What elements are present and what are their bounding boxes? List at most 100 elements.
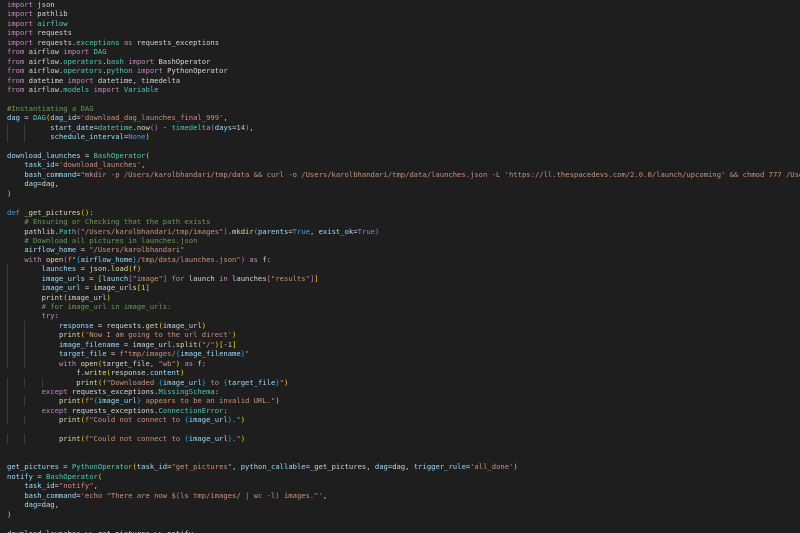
code-line[interactable] <box>0 453 800 462</box>
code-token: target_file <box>58 349 107 359</box>
code-line[interactable]: dag=dag, <box>0 179 800 188</box>
code-line[interactable]: dag=dag, <box>0 500 800 509</box>
code-line[interactable]: image_urls = [launch["image"] for launch… <box>0 273 800 284</box>
code-line[interactable]: image_url = image_urls[1] <box>0 283 800 293</box>
code-token: for <box>171 273 185 283</box>
code-line[interactable]: download_launches = BashOperator( <box>0 151 800 160</box>
code-token: trigger_rule <box>413 462 466 472</box>
code-line[interactable]: start_date=datetime.now() - timedelta(da… <box>0 122 800 133</box>
code-token: print <box>58 415 81 425</box>
code-token: as <box>249 254 259 264</box>
code-token: True <box>292 226 310 236</box>
code-line[interactable]: ) <box>0 510 800 519</box>
code-line[interactable]: import airflow <box>0 19 800 28</box>
code-token: = json. <box>76 264 111 274</box>
code-token: split <box>175 339 198 349</box>
code-line[interactable]: target_file = f"tmp/images/{image_filena… <box>0 349 800 359</box>
code-token: print <box>76 377 98 387</box>
code-token: BashOperator <box>93 151 146 160</box>
code-token: None <box>128 132 146 142</box>
code-line[interactable]: with open(target_file, "wb") as f: <box>0 358 800 369</box>
code-token: ) <box>374 226 380 236</box>
code-line[interactable]: # Download all pictures in launches.json <box>0 236 800 245</box>
code-line[interactable]: from airflow.operators.bash import BashO… <box>0 57 800 66</box>
code-line[interactable]: task_id='download_launches', <box>0 160 800 169</box>
code-line[interactable]: import requests.exceptions as requests_e… <box>0 38 800 47</box>
code-line[interactable] <box>0 444 800 453</box>
code-line[interactable]: except requests_exceptions.MissingSchema… <box>0 386 800 397</box>
code-line[interactable]: #Instantiating a DAG <box>0 104 800 113</box>
code-line[interactable]: response = requests.get(image_url) <box>0 320 800 331</box>
code-line[interactable]: bash_command="mkdir -p /Users/karolbhand… <box>0 170 800 179</box>
code-line[interactable] <box>0 425 800 434</box>
code-token: ) <box>136 264 142 274</box>
code-line[interactable]: print(f"Could not connect to {image_url}… <box>0 415 800 425</box>
code-token: image_url <box>162 377 202 387</box>
code-token: # for image_url in image_urls: <box>41 302 172 311</box>
code-editor[interactable]: import json import pathlib import airflow i… <box>0 0 800 533</box>
code-line[interactable]: # for image_url in image_urls: <box>0 302 800 312</box>
code-line[interactable]: print(image_url) <box>0 292 800 302</box>
code-token: response. <box>110 368 150 378</box>
code-line[interactable]: print('Now I am going to the url direct'… <box>0 330 800 340</box>
code-token: image_url <box>188 434 228 444</box>
code-line[interactable]: airflow_home = "/Users/karolbhandari" <box>0 245 800 254</box>
code-line[interactable] <box>0 198 800 207</box>
code-token: image_filename <box>58 339 120 349</box>
code-line[interactable]: get_pictures = PythonOperator(task_id="g… <box>0 462 800 471</box>
code-token: import <box>7 28 33 38</box>
code-token: , <box>93 481 98 491</box>
indent-guide <box>7 330 8 340</box>
code-token: True <box>357 226 375 236</box>
code-line[interactable]: import requests <box>0 28 800 37</box>
code-line[interactable] <box>0 94 800 103</box>
code-token: # Download all pictures in launches.json <box>24 235 198 245</box>
indent-guide <box>24 320 26 331</box>
code-token: ConnectionError <box>158 405 224 415</box>
code-token: datetime, timedelta <box>93 75 181 85</box>
indent-guide <box>24 330 26 340</box>
code-line[interactable]: bash_command='echo "There are now $(ls t… <box>0 491 800 500</box>
code-line[interactable]: from datetime import datetime, timedelta <box>0 76 800 85</box>
code-line[interactable]: except requests_exceptions.ConnectionErr… <box>0 405 800 416</box>
code-line[interactable]: schedule_interval=None) <box>0 132 800 142</box>
code-line[interactable]: launches = json.load(f) <box>0 264 800 274</box>
code-token: " <box>245 349 250 359</box>
code-line[interactable]: download_launches >> get_pictures >> not… <box>0 529 800 533</box>
code-line[interactable]: import json <box>0 0 800 9</box>
code-token: image_filename <box>180 349 241 359</box>
code-token: models <box>63 84 90 94</box>
code-line[interactable]: image_filename = image_url.split("/")[-1… <box>0 339 800 350</box>
code-token: =_get_pictures, <box>305 462 375 472</box>
code-line[interactable]: print(f"{image_url} appears to be an inv… <box>0 396 800 406</box>
code-line[interactable]: notify = BashOperator( <box>0 472 800 481</box>
code-line[interactable]: from airflow.operators.python import Pyt… <box>0 66 800 75</box>
code-line[interactable]: def _get_pictures(): <box>0 208 800 217</box>
indent-guide <box>7 377 8 387</box>
code-line[interactable]: dag = DAG(dag_id='download_dag_launches_… <box>0 113 800 122</box>
code-line[interactable]: from airflow.models import Variable <box>0 85 800 94</box>
code-line[interactable]: print(f"Downloaded {image_url} to {targe… <box>0 377 800 387</box>
code-line[interactable]: import pathlib <box>0 9 800 18</box>
code-line[interactable] <box>0 142 800 151</box>
code-line[interactable]: pathlib.Path("/Users/karolbhandari/tmp/i… <box>0 227 800 236</box>
code-token: -1 <box>223 339 233 349</box>
code-line[interactable]: task_id="notify", <box>0 481 800 490</box>
code-token: airflow. <box>24 56 64 66</box>
code-line[interactable] <box>0 519 800 528</box>
code-line[interactable]: try: <box>0 311 800 321</box>
code-line[interactable]: # Ensuring or Checking that the path exi… <box>0 217 800 226</box>
code-line[interactable]: with open(f"{airflow_home}/tmp/data/laun… <box>0 255 800 264</box>
code-line[interactable]: f.write(response.content) <box>0 368 800 377</box>
indent-guide <box>7 264 8 274</box>
code-line[interactable]: ) <box>0 189 800 198</box>
code-token: write <box>84 368 107 378</box>
code-line[interactable]: print(f"Could not connect to {image_url}… <box>0 434 800 444</box>
indent-guide <box>7 405 8 416</box>
code-line[interactable]: from airflow import DAG <box>0 47 800 56</box>
